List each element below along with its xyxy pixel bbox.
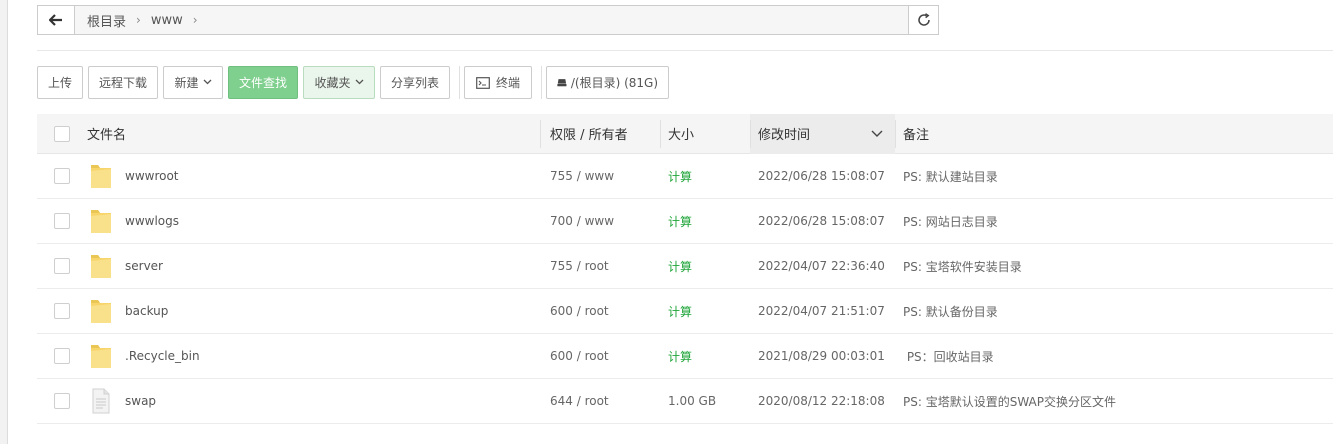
file-permission[interactable]: 600 / root (550, 349, 609, 363)
table-row[interactable]: wwwlogs 700 / www 计算 2022/06/28 15:08:07 PS:… (37, 199, 1333, 244)
divider (37, 50, 1333, 51)
row-checkbox[interactable] (54, 213, 70, 229)
folder-icon (89, 297, 113, 325)
calculate-size-link[interactable]: 计算 (668, 348, 692, 365)
calculate-size-link[interactable]: 计算 (668, 168, 692, 185)
column-divider (540, 120, 541, 148)
row-checkbox[interactable] (54, 168, 70, 184)
file-note[interactable]: PS: 宝塔软件安装目录 (903, 258, 1022, 275)
file-toolbar: 上传 远程下载 新建 文件查找 收藏夹 分享列表 终端 /(根目录) (81G) (37, 66, 674, 99)
header-perm[interactable]: 权限 / 所有者 (550, 124, 628, 143)
file-mtime: 2022/06/28 15:08:07 (758, 214, 885, 228)
toolbar-separator (459, 66, 460, 99)
chevron-down-icon (355, 77, 364, 88)
chevron-down-icon (203, 77, 212, 88)
terminal-icon (476, 76, 490, 89)
file-size: 1.00 GB (668, 394, 717, 408)
file-name[interactable]: backup (125, 304, 168, 318)
file-mtime: 2020/08/12 22:18:08 (758, 394, 885, 408)
arrow-left-icon (49, 14, 62, 26)
file-search-button[interactable]: 文件查找 (228, 66, 298, 99)
file-permission[interactable]: 644 / root (550, 394, 609, 408)
file-note[interactable]: PS: 网站日志目录 (903, 213, 998, 230)
chevron-right-icon: › (136, 13, 141, 27)
file-note[interactable]: PS: 默认建站目录 (903, 168, 998, 185)
new-label: 新建 (174, 76, 199, 90)
upload-button[interactable]: 上传 (37, 66, 83, 99)
file-permission[interactable]: 755 / www (550, 169, 614, 183)
file-permission[interactable]: 600 / root (550, 304, 609, 318)
remote-download-label: 远程下载 (99, 76, 148, 90)
folder-icon (89, 342, 113, 370)
file-name[interactable]: .Recycle_bin (125, 349, 200, 363)
favorites-label: 收藏夹 (314, 76, 351, 90)
file-name[interactable]: wwwroot (125, 169, 179, 183)
back-button[interactable] (38, 6, 75, 34)
column-divider (895, 120, 896, 148)
column-divider (660, 120, 661, 148)
path-bar: 根目录 › www › (37, 5, 939, 35)
header-name[interactable]: 文件名 (87, 124, 126, 143)
disk-label: /(根目录) (81G) (570, 76, 658, 90)
share-list-label: 分享列表 (391, 76, 440, 90)
file-mtime: 2022/06/28 15:08:07 (758, 169, 885, 183)
table-row[interactable]: backup 600 / root 计算 2022/04/07 21:51:07 PS:… (37, 289, 1333, 334)
table-row[interactable]: wwwroot 755 / www 计算 2022/06/28 15:08:07 PS:… (37, 154, 1333, 199)
chevron-down-icon (871, 130, 883, 137)
file-mtime: 2022/04/07 22:36:40 (758, 259, 885, 273)
refresh-icon (917, 13, 930, 26)
file-mtime: 2022/04/07 21:51:07 (758, 304, 885, 318)
file-name[interactable]: server (125, 259, 163, 273)
row-checkbox[interactable] (54, 348, 70, 364)
disk-button[interactable]: /(根目录) (81G) (546, 66, 669, 99)
file-table: 文件名 权限 / 所有者 大小 修改时间 备注 wwwroot 755 / www… (37, 113, 1333, 424)
calculate-size-link[interactable]: 计算 (668, 213, 692, 230)
chevron-right-icon: › (192, 13, 198, 27)
breadcrumb-root[interactable]: 根目录 (83, 11, 130, 30)
select-all-checkbox[interactable] (54, 125, 70, 142)
table-row[interactable]: .Recycle_bin 600 / root 计算 2021/08/29 00:03… (37, 334, 1333, 379)
file-note[interactable]: PS: 默认备份目录 (903, 303, 998, 320)
breadcrumb-www[interactable]: www (147, 13, 187, 28)
column-divider (750, 120, 751, 148)
toolbar-separator (541, 66, 542, 99)
file-icon (89, 387, 113, 415)
hard-disk-icon (557, 79, 567, 87)
table-row[interactable]: swap 644 / root 1.00 GB 2020/08/12 22:18:08… (37, 379, 1333, 424)
header-mtime-cell[interactable]: 修改时间 (750, 113, 895, 154)
file-permission[interactable]: 700 / www (550, 214, 614, 228)
folder-icon (89, 162, 113, 190)
folder-icon (89, 252, 113, 280)
row-checkbox[interactable] (54, 303, 70, 319)
calculate-size-link[interactable]: 计算 (668, 258, 692, 275)
row-checkbox[interactable] (54, 393, 70, 409)
table-row[interactable]: server 755 / root 计算 2022/04/07 22:36:40 PS:… (37, 244, 1333, 289)
favorites-button[interactable]: 收藏夹 (303, 66, 375, 99)
row-checkbox[interactable] (54, 258, 70, 274)
header-note: 备注 (903, 128, 930, 143)
file-search-label: 文件查找 (239, 76, 288, 90)
left-panel-edge (0, 0, 8, 444)
table-header: 文件名 权限 / 所有者 大小 修改时间 备注 (37, 113, 1333, 154)
terminal-label: 终端 (495, 76, 520, 90)
file-name[interactable]: wwwlogs (125, 214, 179, 228)
file-mtime: 2021/08/29 00:03:01 (758, 349, 885, 363)
upload-label: 上传 (48, 76, 73, 90)
header-size[interactable]: 大小 (668, 124, 694, 143)
header-mtime: 修改时间 (758, 128, 811, 143)
breadcrumb: 根目录 › www › (75, 6, 908, 34)
remote-download-button[interactable]: 远程下载 (88, 66, 158, 99)
folder-icon (89, 207, 113, 235)
file-note[interactable]: PS: 宝塔默认设置的SWAP交换分区文件 (903, 393, 1116, 410)
share-list-button[interactable]: 分享列表 (380, 66, 450, 99)
file-name[interactable]: swap (125, 394, 156, 408)
calculate-size-link[interactable]: 计算 (668, 303, 692, 320)
terminal-button[interactable]: 终端 (464, 66, 532, 99)
refresh-button[interactable] (908, 6, 938, 34)
new-button[interactable]: 新建 (163, 66, 223, 99)
file-permission[interactable]: 755 / root (550, 259, 609, 273)
file-note[interactable]: PS：回收站目录 (903, 348, 994, 365)
